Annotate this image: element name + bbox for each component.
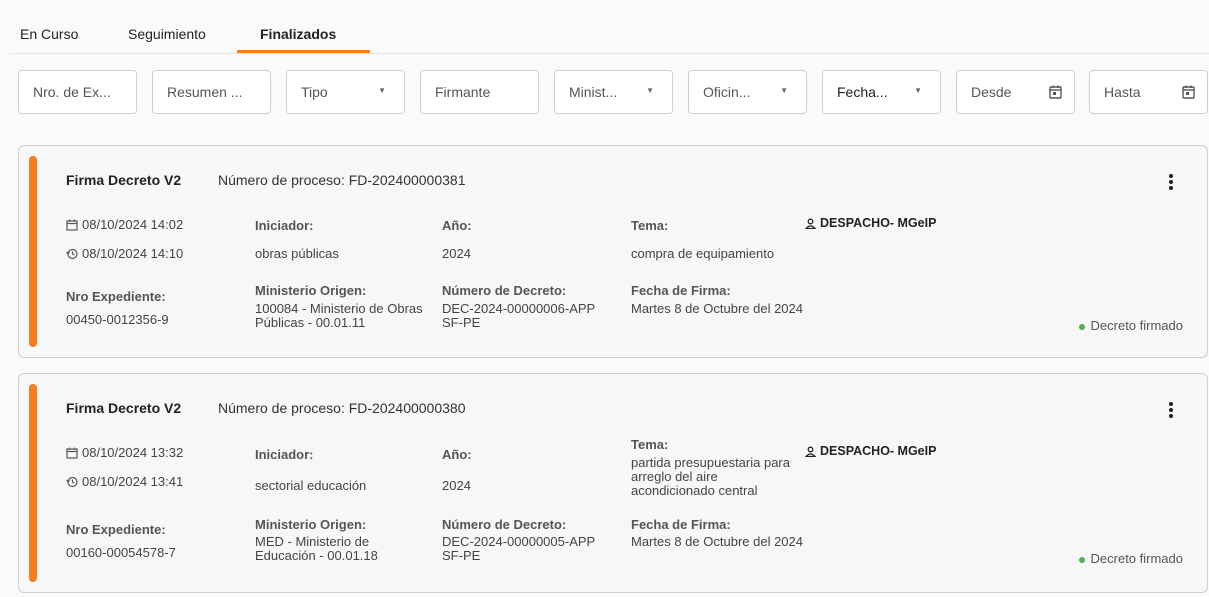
calendar-icon: [66, 447, 78, 459]
filter-ministerio[interactable]: Minist... ▼: [554, 70, 673, 114]
filter-label: Desde: [971, 84, 1012, 100]
anio-label: Año:: [442, 218, 472, 233]
nro-expediente-value: 00450-0012356-9: [66, 312, 169, 327]
tab-bar: En Curso Seguimiento Finalizados: [10, 0, 1209, 54]
more-options-icon[interactable]: [1169, 174, 1173, 192]
filter-label: Fecha...: [837, 84, 888, 100]
calendar-icon: [66, 219, 78, 231]
office: DESPACHO- MGeIP: [805, 216, 936, 230]
ministerio-origen-label: Ministerio Origen:: [255, 283, 367, 298]
filter-label: Oficin...: [703, 84, 751, 100]
status-badge: Decreto firmado: [1078, 318, 1183, 333]
filter-nro-expediente[interactable]: Nro. de Ex...: [18, 70, 137, 114]
fecha-firma-label: Fecha de Firma:: [631, 517, 731, 532]
numero-decreto-label: Número de Decreto:: [442, 517, 567, 532]
chevron-down-icon: ▼: [914, 86, 922, 95]
filter-resumen[interactable]: Resumen ...: [152, 70, 271, 114]
updated-date-value: 08/10/2024 14:10: [82, 246, 184, 261]
numero-decreto-value: DEC-2024-00000006-APPSF-PE: [442, 301, 596, 330]
card-title: Firma Decreto V2: [66, 172, 182, 188]
office: DESPACHO- MGeIP: [805, 444, 936, 458]
filter-label: Minist...: [569, 84, 618, 100]
process-card[interactable]: Firma Decreto V2 Número de proceso: FD-2…: [18, 145, 1208, 358]
numero-decreto-value: DEC-2024-00000005-APPSF-PE: [442, 534, 596, 563]
active-tab-indicator: [237, 50, 370, 53]
person-icon: [805, 446, 816, 457]
ministerio-origen-label: Ministerio Origen:: [255, 517, 367, 532]
filter-label: Firmante: [435, 84, 491, 100]
filter-hasta[interactable]: Hasta: [1089, 70, 1208, 114]
chevron-down-icon: ▼: [780, 86, 788, 95]
filter-label: Nro. de Ex...: [33, 84, 111, 100]
anio-value: 2024: [442, 246, 471, 261]
fecha-firma-value: Martes 8 de Octubre del 2024: [631, 534, 803, 549]
updated-date: 08/10/2024 14:10: [66, 246, 183, 261]
card-accent-bar: [29, 156, 37, 347]
filter-fecha[interactable]: Fecha... ▼: [822, 70, 941, 114]
created-date-value: 08/10/2024 13:32: [82, 445, 184, 460]
chevron-down-icon: ▼: [646, 86, 654, 95]
more-options-icon[interactable]: [1169, 402, 1173, 420]
tab-en-curso[interactable]: En Curso: [20, 26, 78, 42]
ministerio-origen-value: 100084 - Ministerio de Obras Públicas - …: [255, 301, 423, 330]
nro-expediente-label: Nro Expediente:: [66, 522, 166, 537]
card-accent-bar: [29, 384, 37, 582]
office-value: DESPACHO- MGeIP: [820, 216, 937, 230]
nro-expediente-value: 00160-00054578-7: [66, 545, 176, 560]
tab-finalizados[interactable]: Finalizados: [260, 26, 336, 42]
numero-decreto-label: Número de Decreto:: [442, 283, 567, 298]
calendar-icon: [1049, 85, 1062, 99]
filter-label: Tipo: [301, 84, 328, 100]
history-icon: [66, 248, 78, 260]
tema-value: compra de equipamiento: [631, 246, 775, 261]
iniciador-label: Iniciador:: [255, 218, 314, 233]
process-number: Número de proceso: FD-202400000380: [218, 400, 466, 416]
nro-expediente-label: Nro Expediente:: [66, 289, 166, 304]
filter-desde[interactable]: Desde: [956, 70, 1075, 114]
tab-seguimiento[interactable]: Seguimiento: [128, 26, 206, 42]
status-text: Decreto firmado: [1090, 318, 1183, 333]
created-date: 08/10/2024 14:02: [66, 217, 183, 232]
filter-firmante[interactable]: Firmante: [420, 70, 539, 114]
tema-value: partida presupuestaria para arreglo del …: [631, 455, 790, 498]
tema-label: Tema:: [631, 437, 669, 452]
filter-oficina[interactable]: Oficin... ▼: [688, 70, 807, 114]
anio-label: Año:: [442, 447, 472, 462]
anio-value: 2024: [442, 478, 471, 493]
created-date: 08/10/2024 13:32: [66, 445, 183, 460]
person-icon: [805, 218, 816, 229]
status-text: Decreto firmado: [1090, 551, 1183, 566]
iniciador-value: sectorial educación: [255, 478, 367, 493]
filter-label: Hasta: [1104, 84, 1141, 100]
updated-date-value: 08/10/2024 13:41: [82, 474, 184, 489]
history-icon: [66, 476, 78, 488]
calendar-icon: [1182, 85, 1195, 99]
chevron-down-icon: ▼: [378, 86, 386, 95]
status-badge: Decreto firmado: [1078, 551, 1183, 566]
filter-label: Resumen ...: [167, 84, 243, 100]
office-value: DESPACHO- MGeIP: [820, 444, 937, 458]
filter-tipo[interactable]: Tipo ▼: [286, 70, 405, 114]
process-card[interactable]: Firma Decreto V2 Número de proceso: FD-2…: [18, 373, 1208, 593]
iniciador-value: obras públicas: [255, 246, 339, 261]
status-dot: [1078, 556, 1085, 563]
tema-label: Tema:: [631, 218, 669, 233]
fecha-firma-value: Martes 8 de Octubre del 2024: [631, 301, 803, 316]
process-number: Número de proceso: FD-202400000381: [218, 172, 466, 188]
status-dot: [1078, 323, 1085, 330]
card-title: Firma Decreto V2: [66, 400, 182, 416]
ministerio-origen-value: MED - Ministerio de Educación - 00.01.18: [255, 534, 378, 563]
updated-date: 08/10/2024 13:41: [66, 474, 183, 489]
iniciador-label: Iniciador:: [255, 447, 314, 462]
fecha-firma-label: Fecha de Firma:: [631, 283, 731, 298]
created-date-value: 08/10/2024 14:02: [82, 217, 184, 232]
